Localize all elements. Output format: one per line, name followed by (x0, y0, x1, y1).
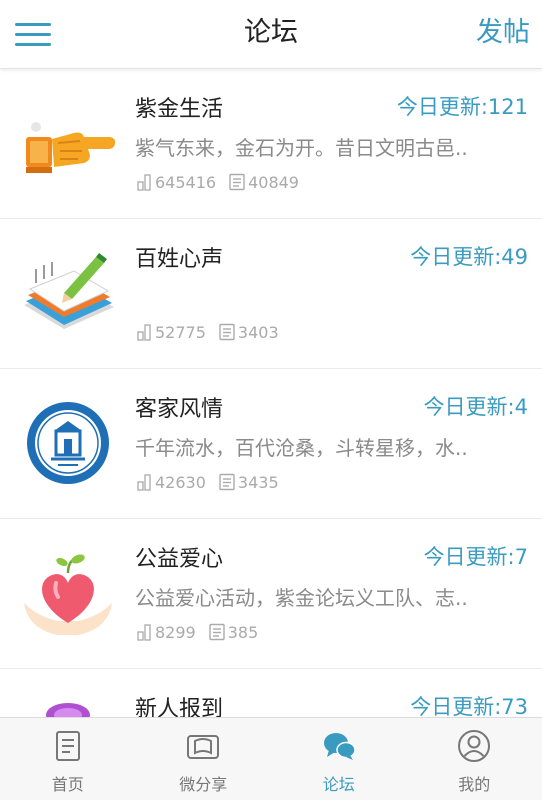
view-count-value: 52775 (155, 322, 206, 342)
today-update-count: 今日更新:4 (423, 395, 528, 419)
chat-bubbles-icon (321, 728, 357, 764)
post-count: 385 (208, 622, 259, 642)
forum-stats: 42630 3435 (137, 472, 291, 492)
forum-name: 新人报到 (135, 697, 224, 717)
forum-name: 百姓心声 (135, 247, 224, 272)
note-icon (218, 473, 236, 491)
bar-chart-icon (137, 473, 153, 491)
forum-description: 公益爱心活动，紫金论坛义工队、志.. (135, 586, 468, 610)
nav-mine[interactable]: 我的 (407, 718, 542, 800)
forum-stats: 645416 40849 (137, 172, 311, 192)
post-count-value: 3403 (237, 322, 279, 342)
notepad-pencil-icon (18, 243, 118, 343)
today-update-count: 今日更新:7 (423, 545, 528, 569)
note-icon (228, 173, 246, 191)
hakka-emblem-icon (18, 393, 118, 493)
post-count-value: 3435 (237, 472, 279, 492)
post-count: 40849 (228, 173, 299, 192)
bottom-nav: 首页 微分享 论坛 我的 (0, 717, 542, 800)
nav-label: 我的 (458, 775, 491, 794)
forum-name: 紫金生活 (135, 97, 224, 122)
forum-description: 紫气东来，金石为开。昔日文明古邑.. (135, 136, 468, 160)
forum-list: 紫金生活 今日更新:121 紫气东来，金石为开。昔日文明古邑.. 645416 … (0, 69, 542, 717)
forum-item-newcomers[interactable]: 新人报到 今日更新:73 (0, 669, 542, 717)
bar-chart-icon (137, 323, 153, 341)
view-count-value: 645416 (155, 172, 217, 192)
bar-chart-icon (137, 173, 153, 191)
nav-forum[interactable]: 论坛 (271, 718, 407, 800)
bar-chart-icon (137, 623, 153, 641)
today-update-count: 今日更新:121 (396, 95, 528, 119)
forum-name: 公益爱心 (135, 547, 224, 572)
document-icon (50, 728, 86, 764)
view-count-value: 8299 (155, 622, 196, 642)
view-count: 42630 (137, 473, 206, 492)
profile-icon (456, 728, 492, 764)
nav-label: 首页 (51, 775, 84, 794)
forum-item-public-voice[interactable]: 百姓心声 今日更新:49 52775 3403 (0, 219, 542, 369)
forum-stats: 8299 385 (137, 622, 270, 642)
view-count-value: 42630 (155, 472, 206, 492)
top-bar: 论坛 发帖 (0, 0, 542, 69)
nav-micro-share[interactable]: 微分享 (136, 718, 272, 800)
today-update-count: 今日更新:73 (410, 695, 528, 717)
heart-hands-icon (18, 543, 118, 643)
post-count-value: 40849 (248, 172, 299, 192)
forum-app: 论坛 发帖 紫金生活 今日更新:121 紫气东来，金石为开。昔日文明古邑.. 6… (0, 0, 542, 800)
post-button[interactable]: 发帖 (476, 0, 530, 68)
post-count: 3435 (218, 473, 279, 492)
pointing-hand-icon (18, 93, 118, 193)
nav-label: 微分享 (179, 775, 228, 794)
forum-description: 千年流水，百代沧桑，斗转星移，水.. (135, 436, 468, 460)
page-title: 论坛 (244, 17, 298, 48)
forum-item-hakka-customs[interactable]: 客家风情 今日更新:4 千年流水，百代沧桑，斗转星移，水.. 42630 343… (0, 369, 542, 519)
view-count: 52775 (137, 323, 206, 342)
today-update-count: 今日更新:49 (410, 245, 528, 269)
forum-name: 客家风情 (135, 397, 224, 422)
newcomer-icon (18, 693, 118, 717)
note-icon (208, 623, 226, 641)
note-icon (218, 323, 236, 341)
forum-item-charity[interactable]: 公益爱心 今日更新:7 公益爱心活动，紫金论坛义工队、志.. 8299 385 (0, 519, 542, 669)
post-count: 3403 (218, 323, 279, 342)
share-frame-icon (185, 728, 221, 764)
post-count-value: 385 (227, 622, 259, 642)
forum-stats: 52775 3403 (137, 322, 291, 342)
nav-label: 论坛 (322, 775, 355, 794)
view-count: 8299 (137, 623, 196, 642)
view-count: 645416 (137, 173, 216, 192)
nav-home[interactable]: 首页 (0, 718, 136, 800)
forum-item-zijin-life[interactable]: 紫金生活 今日更新:121 紫气东来，金石为开。昔日文明古邑.. 645416 … (0, 69, 542, 219)
